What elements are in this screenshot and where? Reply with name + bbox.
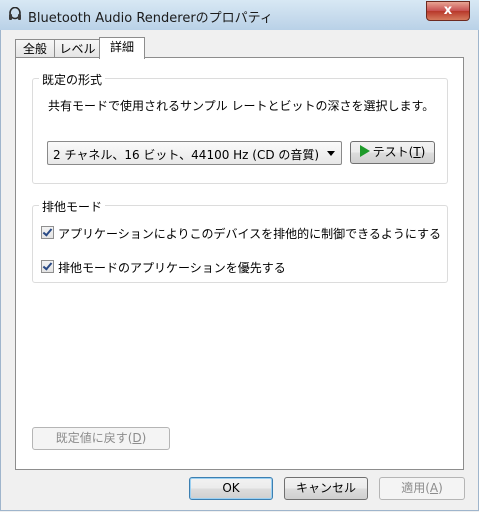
chevron-down-icon[interactable] [327, 151, 335, 156]
cancel-button[interactable]: キャンセル [284, 477, 368, 500]
apply-label: 適用( [401, 481, 430, 495]
apply-accel: A [429, 481, 439, 495]
restore-defaults-accel: D [132, 431, 142, 445]
restore-defaults-label: 既定値に戻す( [55, 431, 133, 445]
apply-button[interactable]: 適用(A) [379, 477, 465, 500]
allow-exclusive-checkbox[interactable] [41, 226, 54, 239]
test-button-accel: T [413, 145, 421, 159]
exclusive-mode-title: 排他モード [39, 198, 106, 215]
play-icon [359, 145, 370, 157]
ok-button[interactable]: OK [189, 477, 273, 500]
format-dropdown-value: 2 チャネル、16 ビット、44100 Hz (CD の音質) [53, 148, 320, 162]
close-button[interactable]: x [426, 1, 470, 21]
give-priority-checkbox[interactable] [41, 260, 54, 273]
test-button-suffix: ) [420, 145, 426, 159]
tab-advanced[interactable]: 詳細 [99, 37, 145, 59]
title-bar: Bluetooth Audio Rendererのプロパティ x [0, 0, 479, 31]
format-dropdown[interactable]: 2 チャネル、16 ビット、44100 Hz (CD の音質) [47, 141, 342, 165]
give-priority-label[interactable]: 排他モードのアプリケーションを優先する [58, 259, 286, 276]
test-button-label: テスト( [372, 145, 414, 159]
default-format-description: 共有モードで使用されるサンプル レートとビットの深さを選択します。 [48, 99, 435, 113]
default-format-title: 既定の形式 [39, 71, 106, 88]
default-format-group: 既定の形式 共有モードで使用されるサンプル レートとビットの深さを選択します。 … [32, 71, 448, 184]
allow-exclusive-label[interactable]: アプリケーションによりこのデバイスを排他的に制御できるようにする [58, 225, 441, 242]
tab-general[interactable]: 全般 [15, 39, 55, 58]
exclusive-mode-group: 排他モード アプリケーションによりこのデバイスを排他的に制御できるようにする 排… [32, 198, 448, 283]
speaker-headset-icon [9, 7, 21, 20]
apply-suffix: ) [438, 481, 443, 495]
advanced-tab-panel: 既定の形式 共有モードで使用されるサンプル レートとビットの深さを選択します。 … [15, 57, 464, 470]
restore-defaults-button[interactable]: 既定値に戻す(D) [32, 427, 170, 450]
restore-defaults-suffix: ) [141, 431, 147, 445]
test-button[interactable]: テスト(T) [350, 141, 435, 164]
tab-levels[interactable]: レベル [54, 39, 101, 58]
window-title: Bluetooth Audio Rendererのプロパティ [28, 11, 273, 26]
